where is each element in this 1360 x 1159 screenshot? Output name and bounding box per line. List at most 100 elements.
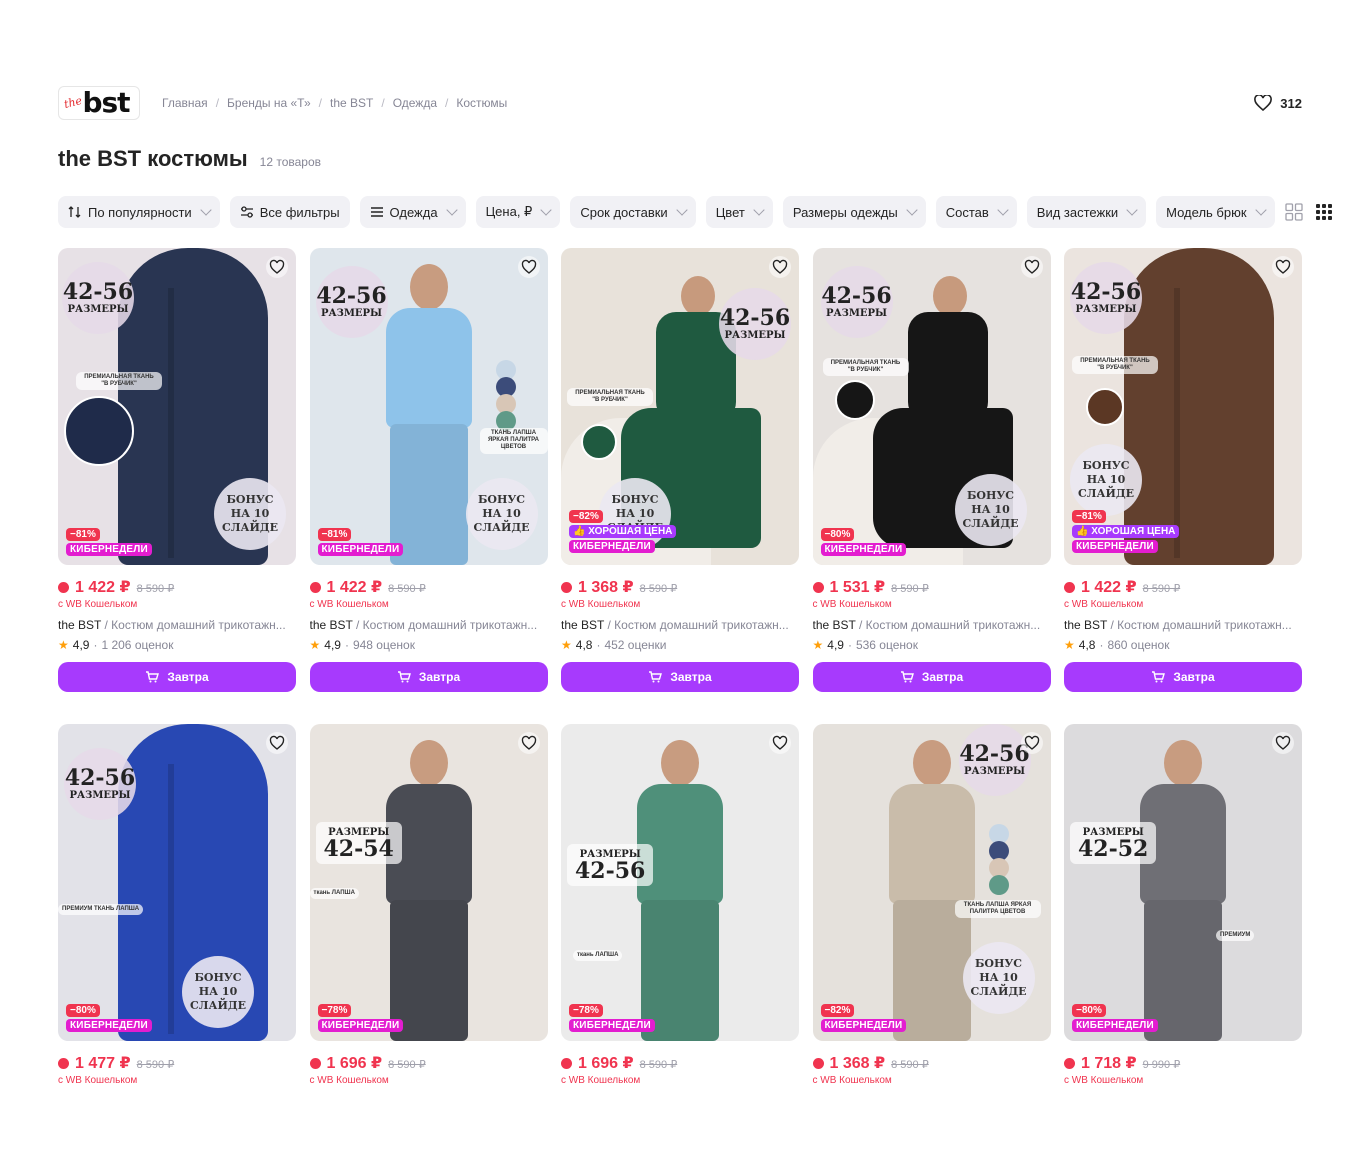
model-head xyxy=(681,276,715,316)
fabric-note: ТКАНЬ ЛАПША ЯРКАЯ ПАЛИТРА ЦВЕТОВ xyxy=(954,900,1041,919)
add-to-cart-button[interactable]: Завтра xyxy=(58,662,296,692)
wallet-note: с WB Кошельком xyxy=(812,1075,892,1086)
old-price: 8 590 ₽ xyxy=(891,583,929,595)
filter-category[interactable]: Одежда xyxy=(359,196,466,228)
product-card[interactable]: 42-56 РАЗМЕРЫ ТКАНЬ ЛАПША ЯРКАЯ ПАЛИТРА ЦВ… xyxy=(309,248,548,724)
chevron-down-icon xyxy=(445,204,458,216)
wallet-note: с WB Кошельком xyxy=(58,1075,138,1086)
breadcrumb-current: Костюмы xyxy=(456,96,508,110)
add-to-favorites-icon[interactable] xyxy=(266,732,288,754)
rating-value: 4,8 xyxy=(1078,638,1096,652)
promo-stickers: −81% КИБЕРНЕДЕЛИ xyxy=(317,528,404,556)
product-card[interactable]: РАЗМЕРЫ 42-54 ткань ЛАПША −78% КИБЕРНЕДЕЛИ 1 … xyxy=(309,724,548,1159)
product-name[interactable]: the BST / Костюм домашний трикотажн... xyxy=(310,618,548,632)
filter-size[interactable]: Размеры одежды xyxy=(782,196,926,228)
wallet-note: с WB Кошельком xyxy=(561,599,641,610)
sizes-label: РАЗМЕРЫ xyxy=(825,308,888,319)
price-row: 1 477 ₽ 8 590 ₽ xyxy=(58,1053,296,1073)
product-brand: the BST xyxy=(58,618,102,632)
bonus-line: БОНУС xyxy=(1082,459,1130,473)
filter-fastener[interactable]: Вид застежки xyxy=(1026,196,1147,228)
add-to-favorites-icon[interactable] xyxy=(1020,256,1043,278)
add-to-favorites-icon[interactable] xyxy=(1272,732,1294,754)
product-name[interactable]: the BST / Костюм домашний трикотажн... xyxy=(1064,618,1302,632)
product-photo[interactable]: 42-56 РАЗМЕРЫ ТКАНЬ ЛАПША ЯРКАЯ ПАЛИТРА ЦВ… xyxy=(309,248,548,565)
price-row: 1 368 ₽ 8 590 ₽ xyxy=(561,577,799,597)
fabric-note: ТКАНЬ ЛАПША ЯРКАЯ ПАЛИТРА ЦВЕТОВ xyxy=(479,428,548,454)
product-card[interactable]: 42-56 РАЗМЕРЫ ПРЕМИАЛЬНАЯ ТКАНЬ "В РУБЧИК"… xyxy=(1064,248,1302,724)
current-price: 1 477 ₽ xyxy=(75,1055,131,1072)
rating-separator: · xyxy=(1099,638,1104,652)
product-rating: ★ 4,8 · 860 оценок xyxy=(1064,638,1302,652)
model-head xyxy=(912,740,951,786)
add-to-favorites-icon[interactable] xyxy=(769,256,791,278)
current-price: 1 368 ₽ xyxy=(578,579,634,596)
breadcrumb-home[interactable]: Главная xyxy=(162,96,208,110)
fabric-swatch xyxy=(581,424,617,460)
sizes-badge: 42-56 РАЗМЕРЫ xyxy=(719,288,791,360)
product-name[interactable]: the BST / Костюм домашний трикотажн... xyxy=(561,618,799,632)
product-photo[interactable]: 42-56 РАЗМЕРЫ ПРЕМИАЛЬНАЯ ТКАНЬ "В РУБЧИК"… xyxy=(58,248,296,565)
product-photo[interactable]: РАЗМЕРЫ 42-56 ткань ЛАПША −78% КИБЕРНЕДЕЛИ xyxy=(561,724,799,1041)
old-price: 8 590 ₽ xyxy=(1142,583,1181,595)
filter-composition[interactable]: Состав xyxy=(935,196,1017,228)
add-to-favorites-icon[interactable] xyxy=(517,256,540,278)
product-photo[interactable]: 42-56 РАЗМЕРЫ ПРЕМИАЛЬНАЯ ТКАНЬ "В РУБЧИК"… xyxy=(561,248,799,565)
breadcrumb-separator: / xyxy=(381,96,385,110)
product-card[interactable]: 42-56 РАЗМЕРЫ ТКАНЬ ЛАПША ЯРКАЯ ПАЛИТРА ЦВ… xyxy=(812,724,1051,1159)
product-separator: / xyxy=(855,618,866,632)
current-price: 1 422 ₽ xyxy=(1081,579,1137,596)
page-header: the BST костюмы 12 товаров xyxy=(58,146,321,172)
old-price: 8 590 ₽ xyxy=(891,1059,929,1071)
grid-small-icon[interactable] xyxy=(1315,203,1333,221)
old-price: 8 590 ₽ xyxy=(136,583,175,595)
product-photo[interactable]: РАЗМЕРЫ 42-54 ткань ЛАПША −78% КИБЕРНЕДЕЛИ xyxy=(309,724,548,1041)
add-to-cart-button[interactable]: Завтра xyxy=(812,662,1051,692)
filter-color[interactable]: Цвет xyxy=(705,196,773,228)
filter-delivery[interactable]: Срок доставки xyxy=(570,196,696,228)
product-photo[interactable]: 42-56 РАЗМЕРЫ ПРЕМИАЛЬНАЯ ТКАНЬ "В РУБЧИК"… xyxy=(812,248,1051,565)
sort-label: По популярности xyxy=(88,204,192,220)
sizes-range: 42-54 xyxy=(323,836,394,862)
bonus-badge: БОНУСНА 10СЛАЙДЕ xyxy=(962,942,1035,1014)
product-title: Костюм домашний трикотажн... xyxy=(1117,618,1292,632)
filter-pants-model[interactable]: Модель брюк xyxy=(1156,196,1275,228)
breadcrumb-clothes[interactable]: Одежда xyxy=(393,96,437,110)
all-filters-button[interactable]: Все фильтры xyxy=(229,196,350,228)
product-photo[interactable]: 42-56 РАЗМЕРЫ ПРЕМИАЛЬНАЯ ТКАНЬ "В РУБЧИК"… xyxy=(1064,248,1302,565)
add-to-cart-button[interactable]: Завтра xyxy=(561,662,799,692)
cyberweek-badge: КИБЕРНЕДЕЛИ xyxy=(1072,540,1158,553)
filter-price[interactable]: Цена, ₽ xyxy=(475,196,561,228)
fabric-note: ткань ЛАПША xyxy=(573,950,623,962)
add-to-cart-button[interactable]: Завтра xyxy=(309,662,548,692)
product-photo[interactable]: РАЗМЕРЫ 42-52 ПРЕМИУМ −80% КИБЕРНЕДЕЛИ xyxy=(1064,724,1302,1041)
promo-stickers: −80% КИБЕРНЕДЕЛИ xyxy=(820,528,907,556)
sort-dropdown[interactable]: По популярности xyxy=(58,196,220,228)
product-card[interactable]: РАЗМЕРЫ 42-52 ПРЕМИУМ −80% КИБЕРНЕДЕЛИ 1 718 … xyxy=(1064,724,1302,1159)
breadcrumb-brands[interactable]: Бренды на «Т» xyxy=(227,96,311,110)
add-to-favorites-icon[interactable] xyxy=(1020,732,1043,754)
add-to-favorites-icon[interactable] xyxy=(266,256,288,278)
product-photo[interactable]: 42-56 РАЗМЕРЫ ТКАНЬ ЛАПША ЯРКАЯ ПАЛИТРА ЦВ… xyxy=(812,724,1051,1041)
product-card[interactable]: 42-56 РАЗМЕРЫ ПРЕМИАЛЬНАЯ ТКАНЬ "В РУБЧИК"… xyxy=(58,248,296,724)
favorites-button[interactable]: 312 xyxy=(1254,95,1302,111)
product-photo[interactable]: 42-56 РАЗМЕРЫ ПРЕМИУМ ТКАНЬ ЛАПША БОНУС НА 1… xyxy=(58,724,296,1041)
product-card[interactable]: 42-56 РАЗМЕРЫ ПРЕМИАЛЬНАЯ ТКАНЬ "В РУБЧИК"… xyxy=(812,248,1051,724)
add-to-favorites-icon[interactable] xyxy=(1272,256,1294,278)
add-to-favorites-icon[interactable] xyxy=(769,732,791,754)
wallet-note: с WB Кошельком xyxy=(1064,599,1144,610)
wallet-discount-icon xyxy=(812,582,824,593)
product-name[interactable]: the BST / Костюм домашний трикотажн... xyxy=(813,618,1051,632)
promo-stickers: −82% КИБЕРНЕДЕЛИ xyxy=(820,1004,907,1032)
sizes-badge: РАЗМЕРЫ 42-54 xyxy=(315,822,402,864)
product-card[interactable]: 42-56 РАЗМЕРЫ ПРЕМИУМ ТКАНЬ ЛАПША БОНУС НА 1… xyxy=(58,724,296,1159)
product-name[interactable]: the BST / Костюм домашний трикотажн... xyxy=(58,618,296,632)
breadcrumb-brand[interactable]: the BST xyxy=(330,96,373,110)
product-card[interactable]: РАЗМЕРЫ 42-56 ткань ЛАПША −78% КИБЕРНЕДЕЛИ 1 … xyxy=(561,724,799,1159)
add-to-favorites-icon[interactable] xyxy=(517,732,540,754)
breadcrumb-separator: / xyxy=(215,96,220,110)
grid-large-icon[interactable] xyxy=(1284,203,1303,221)
add-to-cart-button[interactable]: Завтра xyxy=(1064,662,1302,692)
product-card[interactable]: 42-56 РАЗМЕРЫ ПРЕМИАЛЬНАЯ ТКАНЬ "В РУБЧИК"… xyxy=(561,248,799,724)
brand-logo[interactable]: the bst xyxy=(58,86,140,120)
